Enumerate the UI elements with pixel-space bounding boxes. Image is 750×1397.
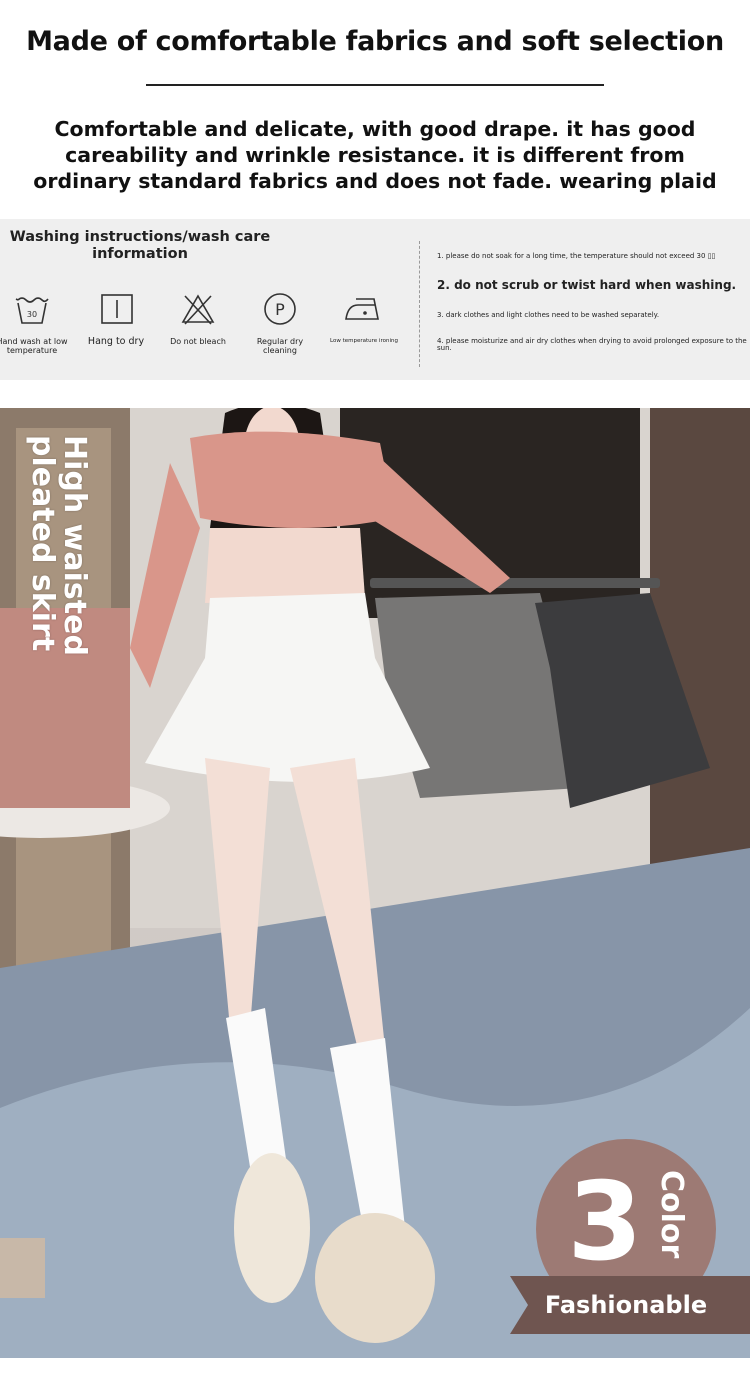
wash-care-panel: Washing instructions/wash care informati…: [0, 219, 750, 380]
care-label-line: Do not bleach: [170, 337, 226, 346]
care-label-line: cleaning: [263, 346, 297, 355]
no-bleach-icon: [181, 294, 215, 325]
dry-clean-icon: P: [264, 293, 296, 325]
wash-care-title-line: information: [92, 246, 188, 262]
title-divider: [146, 84, 604, 86]
instruction-4-continued: sun.: [437, 344, 452, 352]
instruction-4: 4. please moisturize and air dry clothes…: [437, 337, 747, 345]
dry-clean-label: Regular dry cleaning: [240, 337, 320, 355]
wash-temperature-number: 30: [27, 310, 37, 319]
hand-wash-icon: 30: [15, 297, 49, 324]
page-title: Made of comfortable fabrics and soft sel…: [26, 26, 724, 57]
fashionable-ribbon-text: Fashionable: [544, 1291, 708, 1319]
dry-clean-letter: P: [275, 300, 285, 319]
no-bleach-label: Do not bleach: [158, 337, 238, 346]
description-line: ordinary standard fabrics and does not f…: [33, 169, 717, 193]
care-label-line: temperature: [6, 346, 58, 355]
photo-caption: High waisted pleated skirt: [25, 435, 92, 656]
care-label-line: Hang to dry: [87, 336, 145, 347]
instruction-1: 1. please do not soak for a long time, t…: [437, 252, 716, 260]
instruction-3: 3. dark clothes and light clothes need t…: [437, 311, 660, 319]
instruction-2: 2. do not scrub or twist hard when washi…: [437, 278, 737, 292]
hang-dry-icon: [101, 294, 133, 324]
care-divider: [419, 241, 420, 367]
iron-low-label: Low temperature ironing: [324, 337, 404, 346]
description-line: Comfortable and delicate, with good drap…: [54, 117, 696, 141]
care-label-line: Regular dry: [256, 337, 304, 346]
care-label-line: Hand wash at low: [0, 337, 68, 346]
iron-low-icon: [345, 298, 379, 320]
hand-wash-label: Hand wash at low temperature: [0, 337, 72, 355]
care-label-line: Low temperature ironing: [330, 338, 398, 344]
description-line: careability and wrinkle resistance. it i…: [65, 143, 685, 167]
color-count-word: Color: [654, 1170, 689, 1259]
fabric-description: Comfortable and delicate, with good drap…: [20, 116, 730, 194]
wash-care-title: Washing instructions/wash care informati…: [0, 229, 280, 263]
hang-dry-label: Hang to dry: [76, 337, 156, 347]
wash-care-title-line: Washing instructions/wash care: [9, 229, 271, 245]
